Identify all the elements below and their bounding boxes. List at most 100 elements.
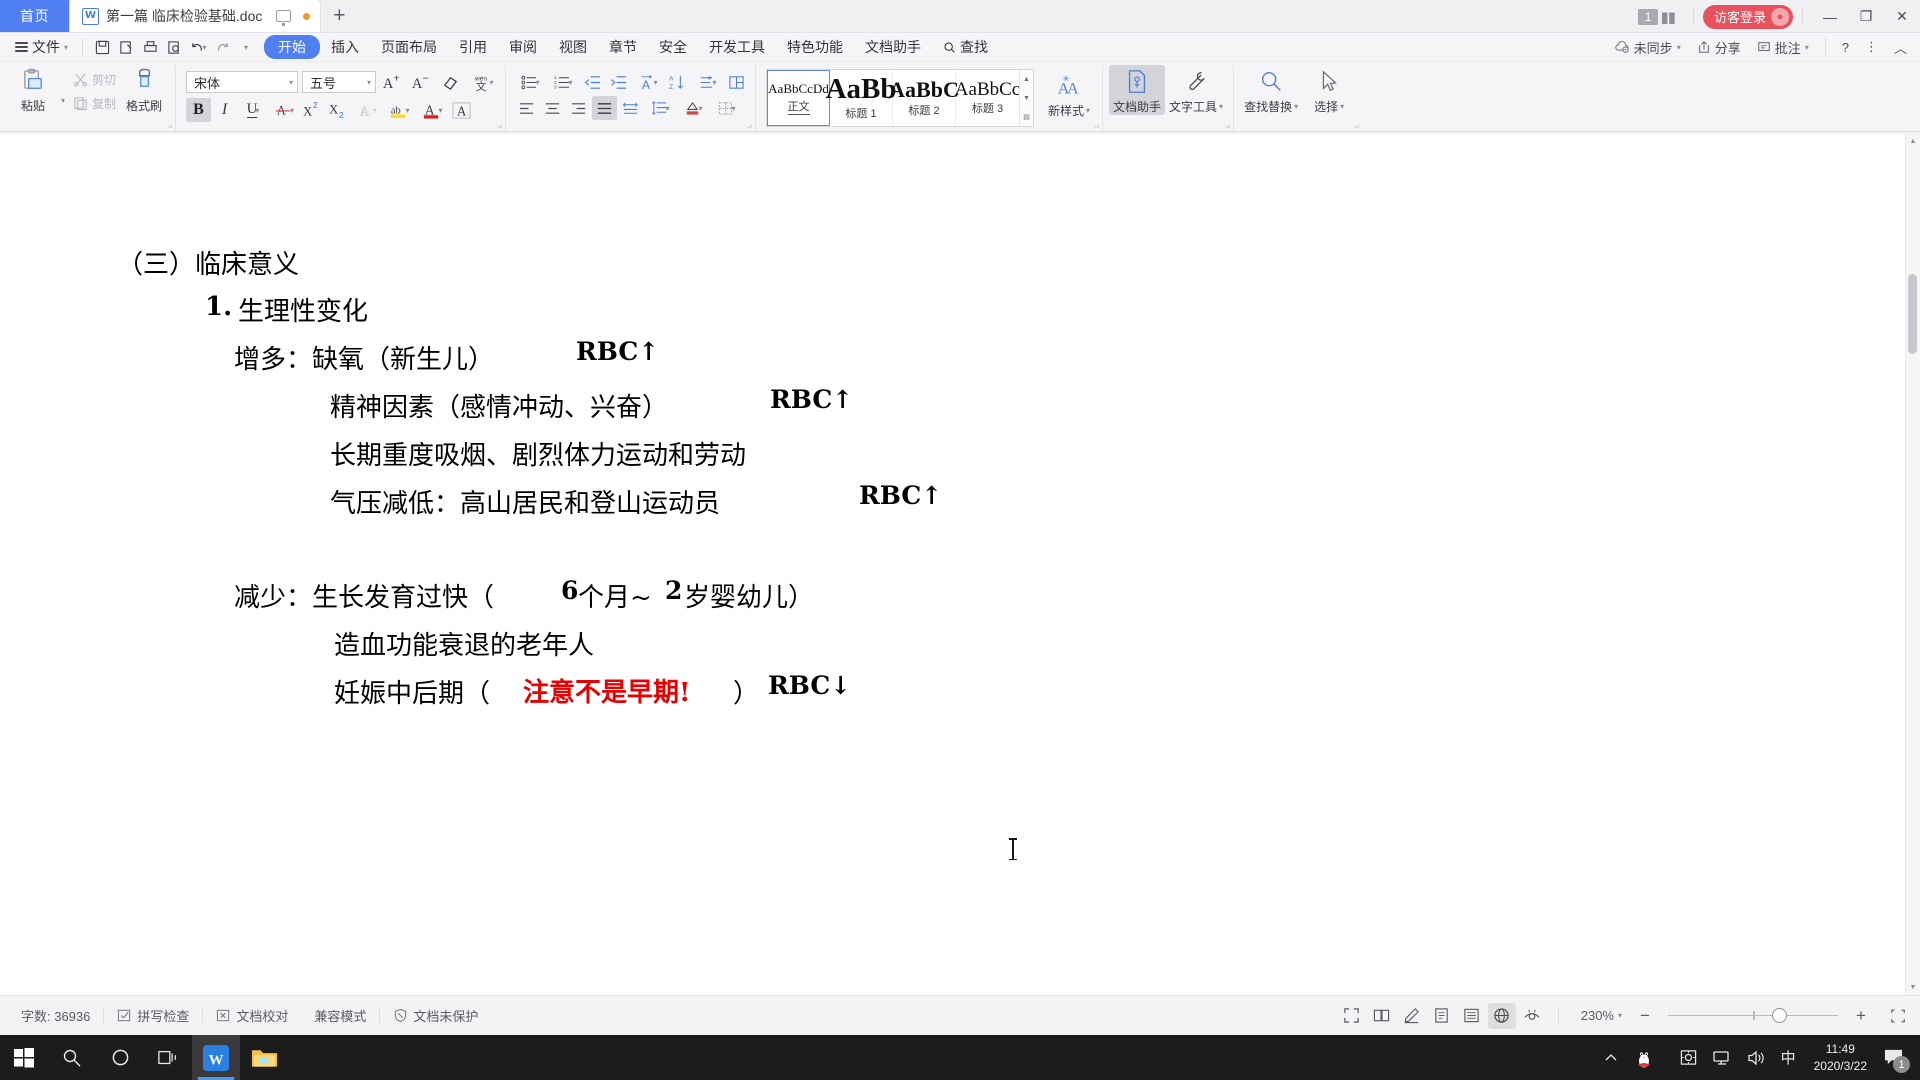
search-doc-icon[interactable] <box>162 36 186 58</box>
align-center-button[interactable] <box>540 96 565 120</box>
share-button[interactable]: 分享 <box>1690 38 1748 57</box>
bullet-list-button[interactable]: ▾ <box>514 70 546 94</box>
paste-caret[interactable]: ▾ <box>56 65 70 105</box>
style-heading-3[interactable]: AaBbCc 标题 3 <box>955 70 1020 126</box>
tab-review[interactable]: 审阅 <box>498 35 548 59</box>
vertical-scrollbar[interactable]: ▲ ▼ <box>1905 134 1920 995</box>
zoom-in-button[interactable]: + <box>1847 1003 1875 1029</box>
more-options-button[interactable]: ⋮ <box>1858 39 1885 55</box>
copy-button[interactable]: 复制 <box>70 93 119 114</box>
underline-button[interactable]: U ▾ <box>238 98 268 122</box>
styles-scroll-down[interactable]: ▼ <box>1020 89 1033 108</box>
taskbar-app-file-explorer[interactable] <box>240 1035 288 1080</box>
align-justify-button[interactable] <box>592 96 618 120</box>
scroll-down-button[interactable]: ▼ <box>1906 980 1920 995</box>
tab-count-badge[interactable]: 1 <box>1637 8 1659 25</box>
cortana-circle-icon[interactable] <box>96 1035 144 1080</box>
style-body-text[interactable]: AaBbCcDd 正文 <box>767 70 831 126</box>
spell-check-button[interactable]: 拼写检查 <box>104 1006 202 1025</box>
text-effects-button[interactable]: A ▾ <box>352 98 382 122</box>
tab-list-icon[interactable]: ▮▮ <box>1660 8 1675 26</box>
fullscreen-icon[interactable] <box>1338 1003 1366 1029</box>
new-style-button[interactable]: A A ✳ 新样式 ▾ <box>1042 69 1096 119</box>
zoom-level[interactable]: 230% ▾ <box>1581 1008 1622 1023</box>
help-button[interactable]: ? <box>1835 40 1856 55</box>
line-spacing-button[interactable]: ▾ <box>644 96 676 120</box>
presentation-monitor-icon[interactable] <box>276 10 292 26</box>
ime-indicator[interactable]: 中 <box>1773 1035 1804 1080</box>
tab-find[interactable]: 查找 <box>932 35 999 59</box>
tab-start[interactable]: 开始 <box>264 35 321 59</box>
pinyin-guide-button[interactable]: wén 文 ▾ <box>467 70 499 94</box>
new-tab-button[interactable]: + <box>321 0 357 32</box>
file-menu-button[interactable]: 文件 ▾ <box>8 37 75 57</box>
customize-quick-access-icon[interactable]: ▾ <box>234 36 258 58</box>
volume-icon[interactable] <box>1739 1035 1773 1080</box>
edit-pen-icon[interactable] <box>1398 1003 1426 1029</box>
clock[interactable]: 11:49 2020/3/22 <box>1804 1041 1877 1073</box>
zoom-slider[interactable] <box>1668 1008 1838 1023</box>
document-protection-button[interactable]: 文档未保护 <box>380 1006 491 1025</box>
decrease-indent-button[interactable] <box>580 70 605 94</box>
redo-icon[interactable] <box>210 36 234 58</box>
show-hidden-icons-icon[interactable] <box>1596 1035 1626 1080</box>
paste-button[interactable]: 粘贴 <box>10 65 56 114</box>
shrink-font-button[interactable]: A − <box>409 70 434 94</box>
find-replace-button[interactable]: 查找替换 ▾ <box>1240 65 1302 115</box>
web-view-icon[interactable] <box>1487 1002 1516 1029</box>
task-view-icon[interactable] <box>144 1035 192 1080</box>
tab-insert[interactable]: 插入 <box>320 35 370 59</box>
windows-start-icon[interactable] <box>0 1035 48 1080</box>
align-left-button[interactable] <box>514 96 539 120</box>
compat-mode-label[interactable]: 兼容模式 <box>301 1006 379 1025</box>
home-tab[interactable]: 首页 <box>0 0 69 32</box>
tab-view[interactable]: 视图 <box>548 35 598 59</box>
save-icon[interactable] <box>90 36 114 58</box>
strikethrough-button[interactable]: A ▾ <box>269 98 299 122</box>
word-count[interactable]: 字数: 36936 <box>8 1006 103 1025</box>
clear-format-button[interactable] <box>438 70 463 94</box>
fit-page-icon[interactable] <box>1884 1003 1912 1029</box>
style-heading-1[interactable]: AaBb 标题 1 <box>826 70 896 126</box>
show-formatting-marks-button[interactable]: ▾ <box>691 70 723 94</box>
undo-icon[interactable]: ▾ <box>186 36 210 58</box>
print-icon[interactable] <box>138 36 162 58</box>
zoom-out-button[interactable]: − <box>1631 1003 1659 1029</box>
doc-assistant-button[interactable]: 文档助手 <box>1109 65 1166 115</box>
text-tools-button[interactable]: 文字工具 ▾ <box>1165 65 1227 115</box>
increase-indent-button[interactable] <box>606 70 631 94</box>
proofread-button[interactable]: 文档校对 <box>203 1006 301 1025</box>
tab-sections[interactable]: 章节 <box>598 35 648 59</box>
document-canvas[interactable]: （三）临床意义 1. 生理性变化 增多：缺氧（新生儿） RBC↑ 精神因素（感情冲动、兴奋… <box>0 134 1920 995</box>
styles-expand[interactable]: ▤ <box>1020 107 1033 126</box>
asian-layout-button[interactable]: A ▾ <box>632 70 664 94</box>
grow-font-button[interactable]: A + <box>380 70 405 94</box>
char-shading-button[interactable]: A <box>449 98 474 122</box>
numbered-list-button[interactable]: 123 ▾ <box>547 70 579 94</box>
graphics-settings-icon[interactable] <box>1662 1035 1705 1080</box>
notification-center-button[interactable]: 1 <box>1877 1035 1916 1080</box>
guest-login-button[interactable]: 访客登录 ● <box>1702 4 1793 29</box>
font-color-button[interactable]: A ▾ <box>416 98 448 122</box>
outline-view-icon[interactable] <box>1458 1003 1486 1029</box>
slider-knob[interactable] <box>1772 1008 1787 1023</box>
comment-button[interactable]: 批注 ▾ <box>1750 38 1816 57</box>
distribute-button[interactable] <box>618 96 643 120</box>
scrollbar-thumb[interactable] <box>1908 274 1917 354</box>
scroll-up-button[interactable]: ▲ <box>1906 134 1920 149</box>
superscript-button[interactable]: X2 <box>300 98 325 122</box>
search-icon[interactable] <box>48 1035 96 1080</box>
page-view-icon[interactable] <box>1428 1003 1456 1029</box>
font-family-select[interactable]: 宋体 ▾ <box>186 71 299 93</box>
tab-references[interactable]: 引用 <box>448 35 498 59</box>
borders-button[interactable]: ▾ <box>710 96 742 120</box>
taskbar-app-wps-writer[interactable]: W <box>192 1035 240 1080</box>
styles-scroll-up[interactable]: ▲ <box>1020 70 1033 89</box>
maximize-button[interactable]: ❐ <box>1848 0 1884 33</box>
align-right-button[interactable] <box>566 96 591 120</box>
qq-penguin-icon[interactable] <box>1626 1035 1662 1080</box>
print-preview-icon[interactable] <box>114 36 138 58</box>
styles-scrollbar[interactable]: ▲ ▼ ▤ <box>1019 70 1034 126</box>
font-size-select[interactable]: 五号 ▾ <box>302 71 377 93</box>
style-heading-2[interactable]: AaBbC 标题 2 <box>889 70 959 126</box>
